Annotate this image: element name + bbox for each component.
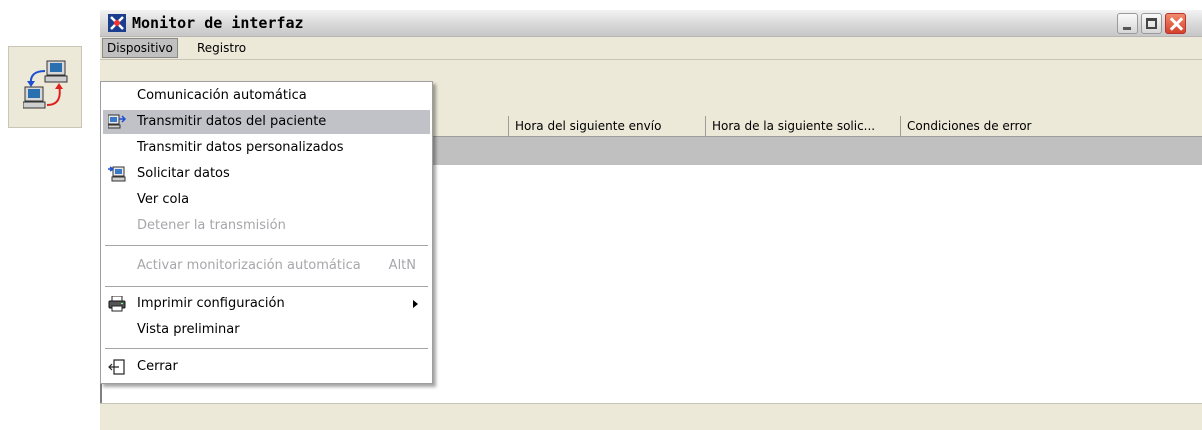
- menu-item-label: Transmitir datos del paciente: [137, 114, 327, 129]
- menu-item-label: Detener la transmisión: [137, 218, 286, 233]
- menu-item-label: Solicitar datos: [137, 166, 230, 181]
- minimize-button[interactable]: [1117, 13, 1138, 34]
- menu-item-label: Comunicación automática: [137, 88, 307, 103]
- menu-item-transmitir-datos-personalizados[interactable]: Transmitir datos personalizados: [103, 136, 430, 160]
- column-header-next-request[interactable]: Hora de la siguiente solic...: [705, 116, 900, 136]
- menu-item-label: Cerrar: [137, 359, 178, 374]
- dispositivo-dropdown-menu: Comunicación automática Transmitir datos…: [100, 81, 433, 384]
- menu-item-transmitir-datos-paciente[interactable]: Transmitir datos del paciente: [103, 110, 430, 134]
- menu-item-ver-cola[interactable]: Ver cola: [103, 188, 430, 212]
- menu-item-label: Ver cola: [137, 192, 190, 207]
- window-title: Monitor de interfaz: [132, 14, 304, 32]
- menu-bar: Dispositivo Registro: [100, 37, 1202, 60]
- app-icon: [108, 14, 126, 32]
- menu-separator: [105, 245, 428, 247]
- close-button[interactable]: [1165, 13, 1186, 34]
- menu-separator: [105, 286, 428, 288]
- submenu-arrow-icon: [413, 300, 418, 308]
- title-bar[interactable]: Monitor de interfaz: [100, 10, 1202, 37]
- menu-item-label: Transmitir datos personalizados: [137, 140, 344, 155]
- column-header-next-send[interactable]: Hora del siguiente envío: [508, 116, 705, 136]
- menu-item-detener-transmision[interactable]: Detener la transmisión: [103, 214, 430, 238]
- menu-registro[interactable]: Registro: [193, 39, 250, 57]
- request-data-icon: [108, 166, 126, 182]
- menu-item-label: Imprimir configuración: [137, 296, 285, 311]
- status-bar: [100, 403, 1202, 430]
- menu-item-shortcut: AltN: [388, 258, 416, 273]
- printer-icon: [108, 296, 126, 312]
- menu-item-comunicacion-automatica[interactable]: Comunicación automática: [103, 84, 430, 108]
- menu-item-imprimir-configuracion[interactable]: Imprimir configuración: [103, 292, 430, 316]
- menu-dispositivo[interactable]: Dispositivo: [102, 38, 178, 58]
- exit-icon: [108, 359, 125, 375]
- menu-item-vista-preliminar[interactable]: Vista preliminar: [103, 318, 430, 342]
- column-header-error-conditions[interactable]: Condiciones de error: [900, 116, 1202, 136]
- menu-item-label: Activar monitorización automática: [137, 258, 361, 273]
- maximize-button[interactable]: [1141, 13, 1162, 34]
- menu-item-activar-monitorizacion[interactable]: Activar monitorización automática AltN: [103, 254, 430, 278]
- network-computers-icon[interactable]: [8, 46, 82, 128]
- menu-separator: [105, 348, 428, 350]
- menu-item-cerrar[interactable]: Cerrar: [103, 355, 430, 379]
- menu-item-label: Vista preliminar: [137, 322, 240, 337]
- menu-item-solicitar-datos[interactable]: Solicitar datos: [103, 162, 430, 186]
- transmit-icon: [108, 114, 126, 129]
